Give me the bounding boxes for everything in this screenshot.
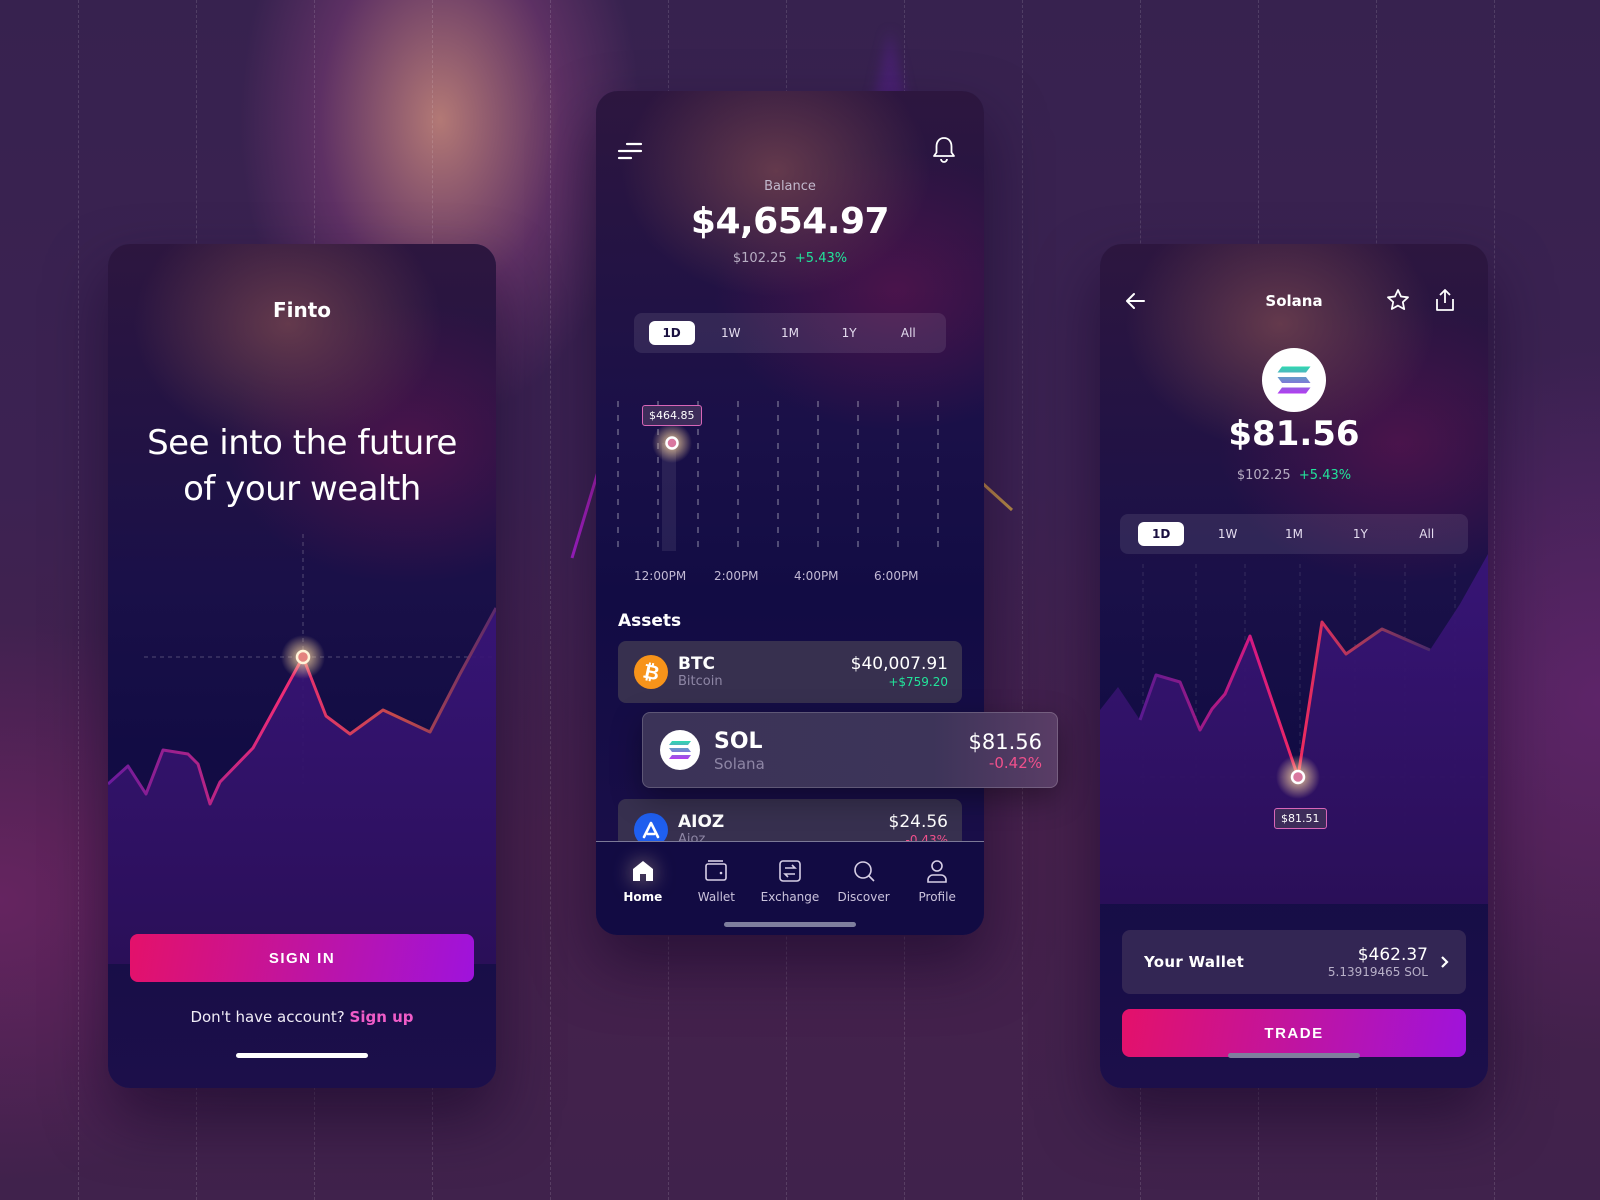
range-1w[interactable]: 1W	[708, 321, 754, 345]
coin-change-pct: +5.43%	[1298, 468, 1352, 483]
range-1m[interactable]: 1M	[1271, 522, 1317, 546]
asset-symbol: BTC	[678, 654, 716, 674]
solana-icon	[1262, 348, 1326, 412]
asset-row-sol[interactable]: SOL Solana $81.56 -0.42%	[642, 712, 1058, 788]
wallet-label: Your Wallet	[1144, 953, 1245, 971]
bottom-tab-bar: Home Wallet Exchange Discover Profile	[596, 841, 984, 935]
coin-title: Solana	[1265, 292, 1323, 310]
asset-price: $40,007.91	[850, 654, 948, 674]
tab-home[interactable]: Home	[608, 858, 678, 935]
headline-line-2: of your wealth	[183, 469, 421, 509]
tab-label: Wallet	[697, 890, 735, 904]
x-label: 12:00PM	[634, 569, 687, 583]
bell-icon[interactable]	[930, 135, 958, 165]
coin-detail-screen: Solana $81.56 $102.25 +5.43% 1D 1W 1M 1Y…	[1100, 244, 1488, 1088]
balance-label: Balance	[764, 179, 816, 194]
chart-tooltip: $81.51	[1274, 808, 1327, 829]
wallet-icon	[705, 860, 728, 881]
bitcoin-icon: ₿	[634, 655, 668, 689]
range-1d[interactable]: 1D	[648, 321, 695, 345]
range-1y[interactable]: 1Y	[826, 321, 872, 345]
profile-icon	[927, 860, 947, 883]
x-label: 4:00PM	[794, 569, 839, 583]
range-all[interactable]: All	[885, 321, 931, 345]
app-logo-text: Finto	[272, 298, 332, 322]
wallet-usd-value: $462.37	[1357, 945, 1428, 965]
home-indicator	[1228, 1053, 1360, 1058]
onboarding-screen: Finto See into the future of your wealth…	[108, 244, 496, 1088]
onboarding-chart	[108, 534, 496, 964]
home-icon	[632, 861, 653, 881]
x-label: 2:00PM	[714, 569, 759, 583]
solana-icon	[660, 730, 700, 770]
chevron-right-icon	[1441, 956, 1449, 968]
balance-change-pct: +5.43%	[794, 251, 848, 266]
menu-icon[interactable]	[616, 139, 644, 163]
chart-area	[1100, 554, 1488, 904]
wallet-sol-amount: 5.13919465 SOL	[1327, 965, 1428, 979]
asset-price: $24.56	[888, 812, 948, 832]
tab-label: Discover	[837, 890, 890, 904]
asset-change: +$759.20	[888, 675, 948, 689]
home-indicator	[724, 922, 856, 927]
asset-symbol: SOL	[714, 729, 763, 754]
home-screen: Balance $4,654.97 $102.25 +5.43% 1D 1W 1…	[596, 91, 984, 935]
chart-point[interactable]	[665, 436, 679, 450]
share-icon[interactable]	[1432, 286, 1458, 314]
exchange-icon	[779, 860, 801, 882]
balance-change-amount: $102.25	[732, 251, 787, 266]
range-1m[interactable]: 1M	[767, 321, 813, 345]
assets-title: Assets	[618, 611, 682, 631]
range-1d[interactable]: 1D	[1138, 522, 1185, 546]
star-icon[interactable]	[1384, 286, 1412, 314]
price-chart	[1100, 554, 1488, 904]
tab-label: Exchange	[760, 890, 820, 904]
time-range-selector: 1D 1W 1M 1Y All	[634, 313, 946, 353]
trade-button[interactable]: TRADE	[1122, 1009, 1466, 1057]
tab-label: Profile	[918, 890, 956, 904]
your-wallet-card[interactable]: Your Wallet $462.37 5.13919465 SOL	[1122, 930, 1466, 994]
range-all[interactable]: All	[1404, 522, 1450, 546]
headline: See into the future of your wealth	[108, 420, 496, 512]
signup-prompt: Don't have account? Sign up	[108, 1008, 496, 1026]
balance-value: $4,654.97	[690, 201, 890, 242]
asset-row-btc[interactable]: ₿ BTC Bitcoin $40,007.91 +$759.20	[618, 641, 962, 703]
headline-line-1: See into the future	[147, 423, 457, 463]
x-label: 6:00PM	[874, 569, 919, 583]
coin-change: $102.25 +5.43%	[1100, 468, 1488, 483]
chart-tooltip: $464.85	[642, 405, 702, 426]
asset-symbol: AIOZ	[678, 812, 725, 832]
sign-up-link[interactable]: Sign up	[350, 1008, 414, 1026]
signup-prompt-text: Don't have account?	[190, 1008, 345, 1026]
home-indicator	[236, 1053, 368, 1058]
asset-price: $81.56	[968, 730, 1042, 754]
range-1y[interactable]: 1Y	[1337, 522, 1383, 546]
sign-in-button[interactable]: SIGN IN	[130, 934, 474, 982]
chart-point[interactable]	[295, 649, 311, 665]
asset-name: Solana	[714, 755, 765, 773]
search-icon	[853, 861, 875, 882]
asset-name: Bitcoin	[678, 674, 723, 689]
balance-change: $102.25 +5.43%	[596, 251, 984, 266]
coin-price: $81.56	[1228, 414, 1360, 454]
tab-label: Home	[623, 890, 663, 904]
range-1w[interactable]: 1W	[1205, 522, 1251, 546]
asset-change: -0.42%	[988, 754, 1042, 772]
tab-profile[interactable]: Profile	[902, 858, 972, 935]
chart-point[interactable]	[1290, 769, 1306, 785]
time-range-selector: 1D 1W 1M 1Y All	[1120, 514, 1468, 554]
coin-change-amount: $102.25	[1236, 468, 1291, 483]
